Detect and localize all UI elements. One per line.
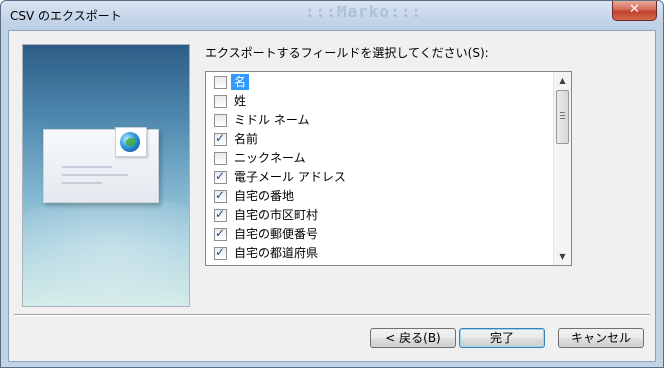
scroll-up-arrow-icon[interactable]: ▲ — [554, 72, 571, 89]
close-button[interactable]: ✕ — [612, 1, 657, 21]
field-checkbox[interactable] — [214, 207, 227, 222]
thumb-grip — [560, 112, 565, 113]
globe-icon — [120, 132, 140, 152]
scroll-thumb[interactable] — [556, 90, 569, 144]
envelope-line — [62, 166, 112, 168]
field-list[interactable]: 名姓ミドル ネーム名前ニックネーム電子メール アドレス自宅の番地自宅の市区町村自… — [205, 71, 572, 266]
thumb-grip — [560, 115, 565, 116]
field-label: 自宅の郵便番号 — [234, 227, 319, 241]
field-select-prompt: エクスポートするフィールドを選択してください(S): — [205, 46, 489, 60]
field-label: ミドル ネーム — [234, 113, 310, 127]
field-list-item[interactable]: 自宅の市区町村 — [207, 206, 552, 225]
globe-land — [126, 138, 136, 146]
field-label: 電子メール アドレス — [234, 170, 346, 184]
scroll-down-arrow-icon[interactable]: ▼ — [554, 248, 571, 265]
field-list-item[interactable]: 電子メール アドレス — [207, 168, 552, 187]
field-checkbox[interactable] — [214, 114, 227, 127]
envelope-line — [62, 182, 102, 184]
field-checkbox[interactable] — [214, 152, 227, 165]
csv-export-window: CSV のエクスポート :::Marko::: ✕ エクスポートするフィールドを… — [0, 0, 664, 368]
field-checkbox[interactable] — [214, 245, 227, 260]
field-label: 姓 — [234, 94, 247, 108]
field-list-item[interactable]: ミドル ネーム — [207, 111, 552, 130]
field-checkbox[interactable] — [214, 188, 227, 203]
thumb-grip — [560, 118, 565, 119]
window-title: CSV のエクスポート — [10, 9, 122, 23]
back-button[interactable]: < 戻る(B) — [370, 328, 456, 348]
field-label: ニックネーム — [234, 151, 306, 165]
stamp-icon — [115, 127, 147, 157]
field-list-item[interactable]: 自宅の番地 — [207, 187, 552, 206]
field-label: 名 — [231, 74, 250, 90]
field-list-item[interactable]: 自宅の郵便番号 — [207, 225, 552, 244]
cancel-button[interactable]: キャンセル — [558, 328, 644, 348]
field-checkbox[interactable] — [214, 226, 227, 241]
field-checkbox[interactable] — [214, 131, 227, 146]
background-ghost-text: :::Marko::: — [305, 2, 422, 21]
field-checkbox[interactable] — [214, 169, 227, 184]
field-label: 自宅の番地 — [234, 189, 295, 203]
title-bar[interactable]: CSV のエクスポート :::Marko::: ✕ — [1, 1, 663, 30]
dialog-body: エクスポートするフィールドを選択してください(S): 名姓ミドル ネーム名前ニッ… — [8, 30, 656, 362]
field-label: 名前 — [234, 132, 259, 146]
wizard-side-image — [22, 44, 190, 307]
background-swoosh — [23, 195, 189, 306]
field-list-item[interactable]: ニックネーム — [207, 149, 552, 168]
field-label: 自宅の市区町村 — [234, 208, 319, 222]
field-list-item[interactable]: 名前 — [207, 130, 552, 149]
field-checkbox[interactable] — [214, 95, 227, 108]
vertical-scrollbar[interactable]: ▲ ▼ — [553, 72, 571, 265]
field-label: 自宅の都道府県 — [234, 246, 319, 260]
finish-button[interactable]: 完了 — [459, 328, 545, 348]
field-list-item[interactable]: 名 — [207, 73, 552, 92]
field-list-item[interactable]: 姓 — [207, 92, 552, 111]
field-list-item[interactable]: 自宅の都道府県 — [207, 244, 552, 263]
envelope-line — [62, 174, 128, 176]
field-checkbox[interactable] — [214, 76, 227, 89]
button-divider — [14, 314, 650, 316]
